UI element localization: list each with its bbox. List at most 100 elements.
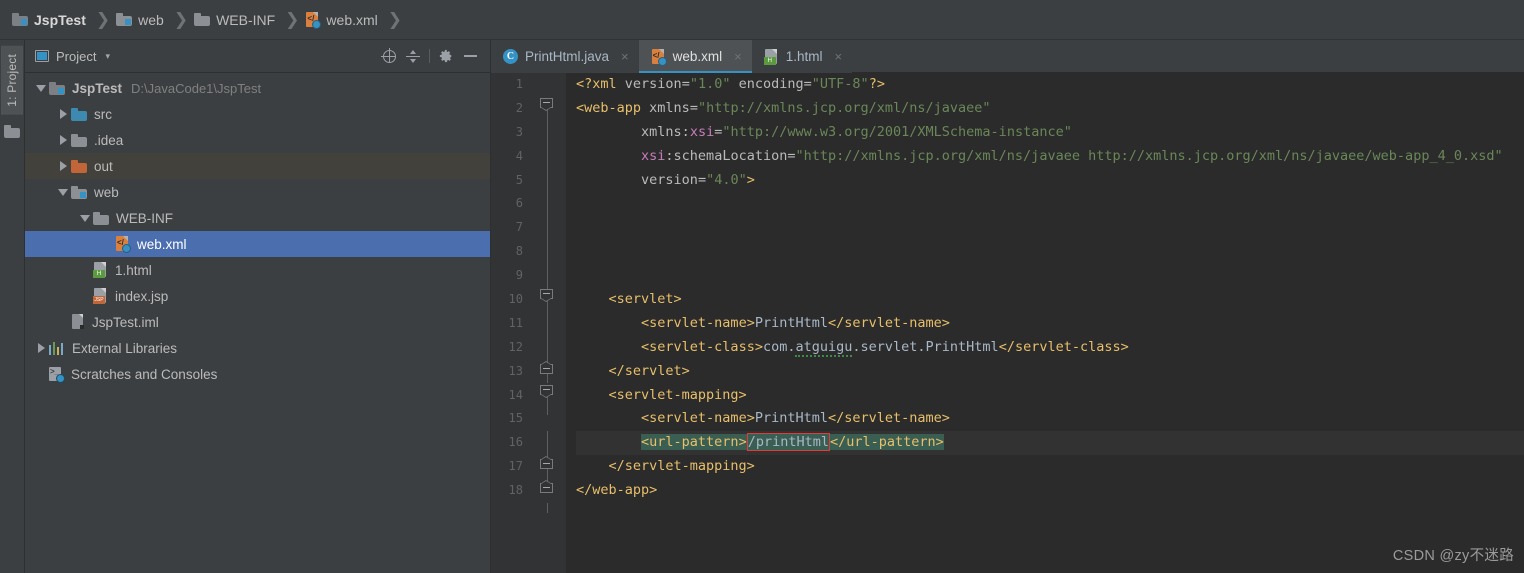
line-number: 2 [515, 100, 523, 115]
expand-arrow-icon[interactable] [55, 135, 71, 145]
expand-arrow-icon[interactable] [55, 188, 71, 196]
gear-icon [439, 49, 452, 63]
xml-file-icon: </ [305, 11, 322, 29]
expand-arrow-icon[interactable] [55, 109, 71, 119]
code-line-10: <servlet> [576, 288, 1524, 312]
tree-item-out[interactable]: out [25, 153, 490, 179]
breadcrumb-item-webinf[interactable]: WEB-INF [192, 0, 277, 39]
line-number: 5 [515, 172, 523, 187]
hide-panel-button[interactable] [458, 44, 482, 68]
folder-icon [4, 124, 20, 138]
tag-servlet-class-open: <servlet-class> [641, 338, 763, 355]
target-icon [381, 48, 396, 63]
code-line-12: <servlet-class>com.atguigu.servlet.Print… [576, 336, 1524, 360]
project-tool-window: Project ▾ JspTest D:\JavaCode1\JspTest s… [25, 40, 491, 573]
code-line-4: xsi:schemaLocation="http://xmlns.jcp.org… [641, 147, 1503, 164]
expand-arrow-icon[interactable] [33, 343, 49, 353]
tag-servlet-name-close: </servlet-name> [827, 314, 950, 331]
line-number: 15 [508, 411, 523, 426]
tree-item-label: 1.html [115, 262, 152, 278]
tree-item-jsptest[interactable]: JspTest D:\JavaCode1\JspTest [25, 75, 490, 101]
folder-module-icon [12, 13, 28, 26]
breadcrumb-item-web[interactable]: web [114, 0, 166, 39]
fold-marker-line14[interactable] [540, 385, 553, 398]
tree-item-webinf[interactable]: WEB-INF [25, 205, 490, 231]
tree-item-web[interactable]: web [25, 179, 490, 205]
tag-close-bracket: > [746, 171, 755, 188]
folder-icon [194, 13, 211, 26]
collapse-all-button[interactable] [401, 44, 425, 68]
fold-marker-line17[interactable] [540, 456, 553, 469]
attr-schemalocation: :schemaLocation [665, 147, 788, 164]
fold-marker-line10[interactable] [540, 289, 553, 302]
code-line-2: <web-app xmlns="http://xmlns.jcp.org/xml… [576, 99, 991, 116]
breadcrumb-item-jsptest[interactable]: JspTest [10, 0, 88, 39]
tab-printhtml-java[interactable]: C PrintHtml.java × [491, 40, 639, 73]
expand-arrow-icon[interactable] [77, 214, 93, 222]
line-number: 3 [515, 124, 523, 139]
tab-web-xml[interactable]: </ web.xml × [638, 40, 752, 73]
tag-servlet-mapping-close: </servlet-mapping> [608, 458, 755, 475]
fold-marker-line2[interactable] [540, 98, 553, 111]
code-line-5: version="4.0"> [641, 171, 755, 188]
attr-version: version [641, 171, 698, 188]
fold-marker-line13[interactable] [540, 361, 553, 374]
tool-window-button-project[interactable]: 1: Project [1, 46, 23, 115]
tag-servlet-name-open: <servlet-name> [641, 314, 755, 331]
tree-item-iml[interactable]: JspTest.iml [25, 309, 490, 335]
code-line-3: xmlns:xsi="http://www.w3.org/2001/XMLSch… [641, 123, 1072, 140]
folder-module-icon [49, 81, 65, 95]
tree-item-label: WEB-INF [116, 210, 173, 226]
value-schemalocation: "http://xmlns.jcp.org/xml/ns/javaee http… [795, 147, 1503, 164]
editor-area: C PrintHtml.java × </ web.xml × H 1.html [491, 40, 1524, 573]
project-panel-header: Project ▾ [25, 40, 490, 73]
servlet-class-rest: .servlet.PrintHtml [852, 338, 999, 355]
editor-gutter[interactable]: 1 2 3 4 5 6 7 8 9 10 11 12 13 14 15 16 1 [491, 73, 566, 573]
folder-web-icon [71, 185, 87, 199]
line-number: 6 [515, 196, 523, 211]
locate-in-tree-button[interactable] [377, 44, 401, 68]
scratches-icon: >_ [49, 366, 65, 383]
value-xsi: "http://www.w3.org/2001/XMLSchema-instan… [722, 123, 1072, 140]
line-number: 16 [508, 435, 523, 450]
tag-url-pattern-close: </url-pattern> [829, 434, 944, 451]
close-icon[interactable]: × [835, 49, 843, 64]
tag-webapp-close: </web-app> [576, 482, 658, 499]
tree-item-src[interactable]: src [25, 101, 490, 127]
tree-item-label: out [94, 158, 113, 174]
watermark: CSDN @zy不迷路 [1392, 548, 1514, 564]
tree-item-label: web.xml [137, 236, 187, 252]
tree-item-path: D:\JavaCode1\JspTest [131, 80, 262, 96]
close-icon[interactable]: × [734, 49, 742, 64]
breadcrumb-item-webxml[interactable]: </ web.xml [303, 0, 379, 39]
tree-item-indexjsp[interactable]: JSP index.jsp [25, 283, 490, 309]
tree-item-external-libraries[interactable]: External Libraries [25, 335, 490, 361]
tab-1-html[interactable]: H 1.html × [752, 40, 852, 73]
expand-arrow-icon[interactable] [33, 84, 49, 92]
breadcrumb: JspTest ❯ web ❯ WEB-INF ❯ </ web.xml ❯ [0, 0, 1524, 40]
tree-item-webxml[interactable]: </ web.xml [25, 231, 490, 257]
chevron-down-icon[interactable]: ▾ [105, 51, 110, 62]
code-text[interactable]: <?xml version="1.0" encoding="UTF-8"?> <… [566, 73, 1524, 573]
code-line-11: <servlet-name>PrintHtml</servlet-name> [576, 312, 1524, 336]
value-version: "4.0" [706, 171, 747, 188]
tag-servlet-class-close: </servlet-class> [998, 338, 1129, 355]
tree-item-1html[interactable]: H 1.html [25, 257, 490, 283]
breadcrumb-label: web.xml [326, 11, 378, 28]
tree-item-label: .idea [94, 132, 124, 148]
tag-servlet-mapping-open: <servlet-mapping> [608, 386, 747, 403]
code-line-13: </servlet> [576, 360, 1524, 384]
tag-webapp-open: <web-app [576, 99, 642, 116]
settings-button[interactable] [434, 44, 458, 68]
expand-arrow-icon[interactable] [55, 161, 71, 171]
code-line-1: <?xml version="1.0" encoding="UTF-8"?> [576, 76, 885, 92]
tree-item-idea[interactable]: .idea [25, 127, 490, 153]
attr-xmlns: xmlns [649, 99, 690, 116]
close-icon[interactable]: × [621, 49, 629, 64]
tab-label: web.xml [672, 49, 723, 64]
fold-marker-line18[interactable] [540, 480, 553, 493]
project-icon [35, 50, 49, 62]
xml-decl-close: ?> [868, 76, 885, 92]
tree-item-scratches[interactable]: >_ Scratches and Consoles [25, 361, 490, 387]
